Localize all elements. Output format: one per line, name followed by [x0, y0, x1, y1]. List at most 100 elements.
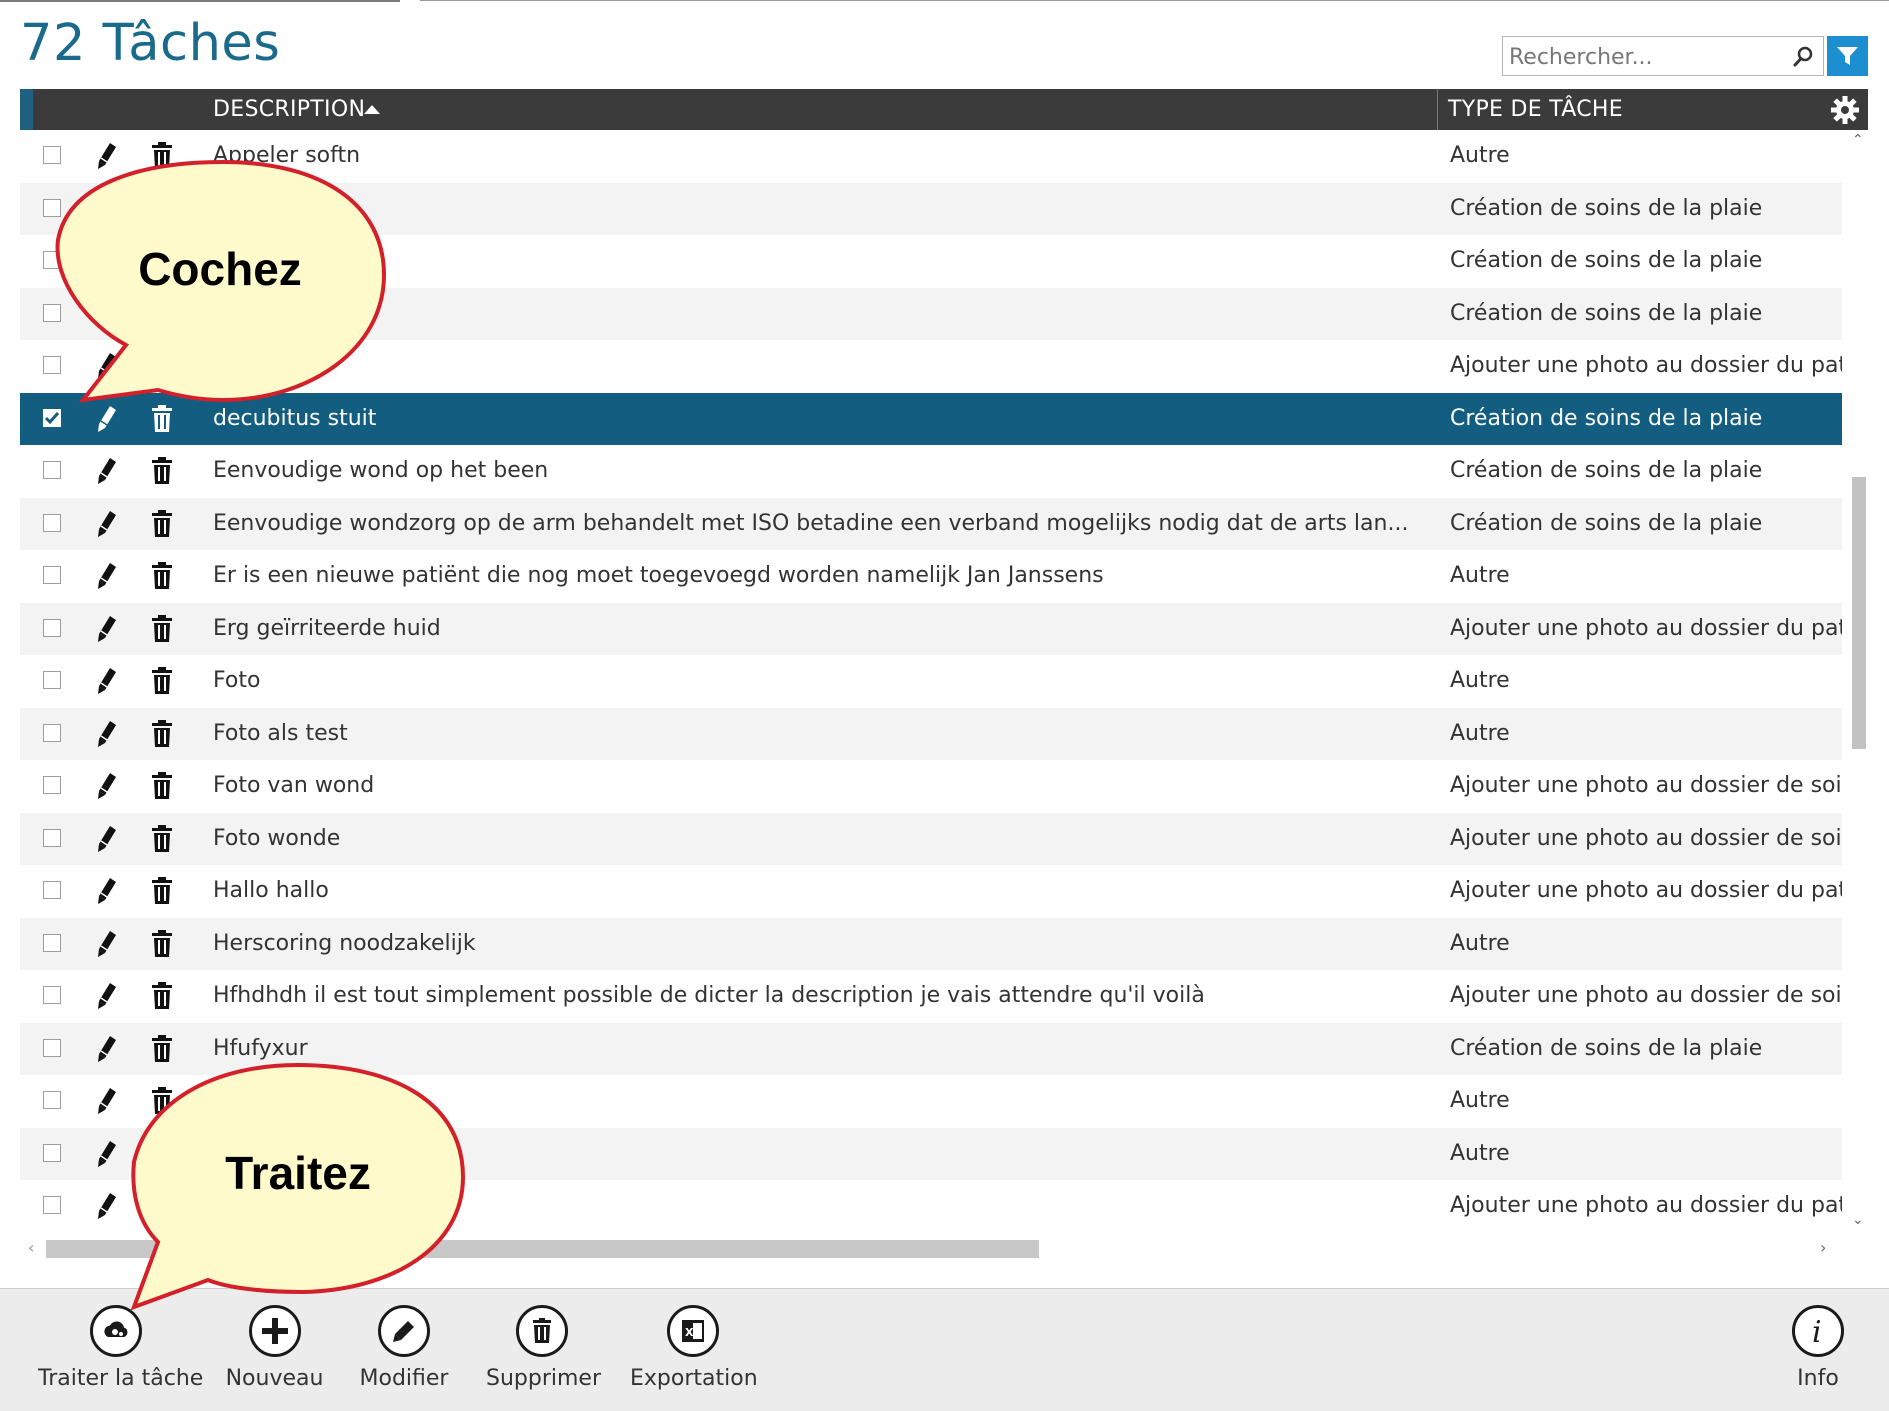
row-checkbox[interactable]	[43, 461, 61, 479]
svg-text:X: X	[685, 1326, 694, 1339]
trash-icon[interactable]	[151, 509, 173, 538]
page-title: 72 Tâches	[20, 14, 281, 73]
edit-icon[interactable]	[95, 771, 121, 801]
row-checkbox[interactable]	[43, 986, 61, 1004]
row-checkbox[interactable]	[43, 513, 61, 532]
row-task-type: Création de soins de la plaie	[1450, 300, 1763, 326]
svg-text:i: i	[1812, 1315, 1822, 1347]
edit-icon[interactable]	[95, 824, 121, 854]
vertical-scrollbar[interactable]: ⌃ ⌄	[1844, 130, 1868, 1232]
table-row[interactable]: Hallo hallo Ajouter une photo au dossier …	[20, 865, 1842, 918]
scroll-left-icon[interactable]: ‹	[28, 1238, 34, 1257]
search-box[interactable]	[1502, 36, 1824, 76]
table-row[interactable]: Foto als test Autre	[20, 707, 1842, 760]
edit-icon[interactable]	[95, 981, 121, 1011]
edit-icon[interactable]	[95, 1191, 121, 1221]
row-description: Eenvoudige wond op het been	[213, 458, 549, 483]
delete-label: Supprimer	[486, 1366, 602, 1391]
edit-icon[interactable]	[95, 666, 121, 696]
table-row[interactable]: Eenvoudige wondzorg op de arm behandelt …	[20, 497, 1842, 550]
scroll-right-icon[interactable]: ›	[1820, 1238, 1826, 1257]
row-checkbox[interactable]	[43, 881, 61, 899]
row-checkbox[interactable]	[43, 776, 61, 794]
process-task-button[interactable]: Traiter la tâche	[38, 1305, 203, 1391]
trash-icon[interactable]	[151, 614, 173, 643]
column-header-type[interactable]: TYPE DE TÂCHE	[1448, 97, 1623, 122]
row-checkbox[interactable]	[43, 1196, 61, 1214]
scroll-down-icon[interactable]: ⌄	[1852, 1212, 1864, 1228]
row-task-type: Ajouter une photo au dossier du patier	[1450, 353, 1842, 378]
row-checkbox[interactable]	[43, 618, 61, 637]
process-task-icon	[104, 1321, 128, 1337]
header-accent	[20, 89, 33, 130]
top-border	[420, 0, 1889, 1]
gear-icon[interactable]	[1830, 95, 1860, 125]
scroll-up-icon[interactable]: ⌃	[1852, 132, 1864, 148]
filter-button[interactable]	[1827, 36, 1868, 76]
row-checkbox[interactable]	[43, 828, 61, 847]
callout-check-text: Cochez	[138, 243, 302, 295]
table-row[interactable]: Foto van wond Ajouter une photo au dossie…	[20, 760, 1842, 813]
edit-icon[interactable]	[95, 614, 121, 644]
row-checkbox[interactable]	[43, 1038, 61, 1057]
trash-icon[interactable]	[151, 982, 173, 1010]
delete-button[interactable]: Supprimer	[486, 1305, 602, 1391]
filter-icon	[1837, 47, 1858, 65]
table-row[interactable]: Erg geïrriteerde huid Ajouter une photo a…	[20, 602, 1842, 655]
trash-icon[interactable]	[151, 562, 173, 590]
row-task-type: Création de soins de la plaie	[1450, 458, 1763, 483]
row-description: Hfufyxur	[213, 1035, 308, 1061]
table-row[interactable]: Foto Autre	[20, 655, 1842, 708]
trash-icon[interactable]	[151, 824, 173, 853]
table-row[interactable]: Eenvoudige wond op het been Création de s…	[20, 445, 1842, 498]
new-label: Nouveau	[225, 1366, 324, 1391]
edit-icon[interactable]	[95, 1034, 121, 1064]
edit-icon[interactable]	[95, 1139, 121, 1169]
row-description: Foto van wond	[213, 773, 375, 798]
row-checkbox[interactable]	[43, 933, 61, 952]
row-task-type: Création de soins de la plaie	[1450, 248, 1763, 273]
row-checkbox[interactable]	[43, 1091, 61, 1109]
row-checkbox[interactable]	[43, 671, 61, 689]
new-button[interactable]: Nouveau	[222, 1305, 327, 1391]
callout-process-text: Traitez	[225, 1147, 371, 1199]
row-checkbox[interactable]	[43, 723, 61, 742]
export-label: Exportation	[630, 1366, 758, 1391]
trash-icon	[533, 1318, 551, 1343]
edit-icon[interactable]	[95, 719, 121, 749]
row-checkbox[interactable]	[43, 1143, 61, 1162]
table-row[interactable]: Hfhdhdh il est tout simplement possible …	[20, 970, 1842, 1023]
row-task-type: Ajouter une photo au dossier de soins (	[1450, 773, 1842, 798]
edit-icon[interactable]	[95, 929, 121, 959]
row-checkbox[interactable]	[43, 566, 61, 584]
row-task-type: Autre	[1450, 930, 1510, 956]
edit-button[interactable]: Modifier	[356, 1305, 452, 1391]
scroll-thumb[interactable]	[1852, 477, 1866, 749]
edit-icon[interactable]	[95, 1086, 121, 1116]
edit-icon[interactable]	[95, 561, 121, 591]
column-header-description[interactable]: DESCRIPTION	[213, 97, 365, 122]
edit-icon[interactable]	[95, 876, 121, 906]
edit-icon[interactable]	[95, 509, 121, 539]
table-row[interactable]: Herscoring noodzakelijk Autre	[20, 917, 1842, 970]
search-input[interactable]	[1507, 41, 1781, 73]
trash-icon[interactable]	[151, 667, 173, 695]
export-button[interactable]: X Exportation	[630, 1305, 758, 1391]
trash-icon[interactable]	[151, 877, 173, 905]
trash-icon[interactable]	[151, 719, 173, 748]
trash-icon[interactable]	[151, 772, 173, 800]
trash-icon[interactable]	[151, 457, 173, 485]
search-icon[interactable]	[1791, 45, 1815, 69]
info-button[interactable]: i Info	[1788, 1305, 1848, 1391]
table-row[interactable]: Foto wonde Ajouter une photo au dossier d…	[20, 812, 1842, 865]
table-row[interactable]: Er is een nieuwe patiënt die nog moet to…	[20, 550, 1842, 603]
row-description: Foto als test	[213, 720, 348, 746]
trash-icon[interactable]	[151, 929, 173, 958]
trash-icon[interactable]	[151, 1034, 173, 1063]
row-task-type: Ajouter une photo au dossier du patier	[1450, 1193, 1842, 1218]
edit-icon[interactable]	[95, 456, 121, 486]
column-divider	[1437, 89, 1438, 130]
row-description: Eenvoudige wondzorg op de arm behandelt …	[213, 510, 1409, 536]
row-description: Hallo hallo	[213, 878, 329, 903]
plus-icon	[261, 1318, 288, 1344]
